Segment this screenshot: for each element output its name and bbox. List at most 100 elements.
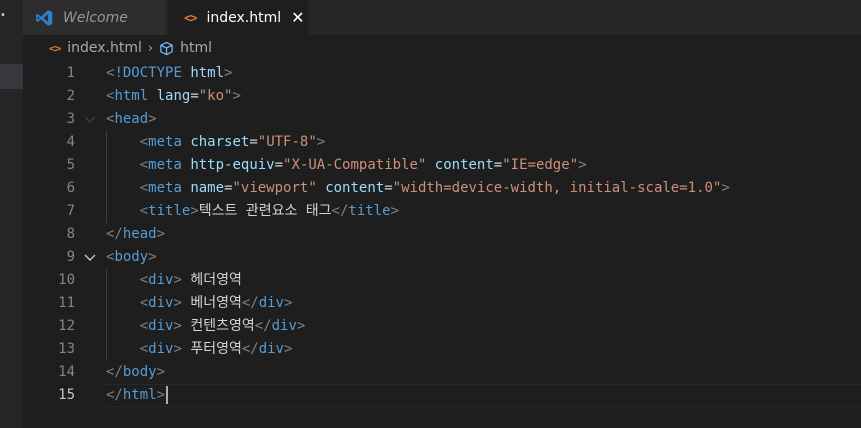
code-token: 헤더영역 bbox=[181, 272, 242, 288]
code-line[interactable]: 14 </body> bbox=[23, 361, 861, 384]
code-editor[interactable]: 1 <!DOCTYPE html> 2 <html lang="ko"> 3 <head>… bbox=[23, 61, 861, 428]
code-token: 텍스트 관련요소 태그 bbox=[198, 203, 332, 219]
code-line[interactable]: 12 <div> 컨텐츠영역</div> bbox=[23, 315, 861, 338]
code-line[interactable]: 4 <meta charset="UTF-8"> bbox=[23, 131, 861, 154]
code-token: </ bbox=[106, 387, 123, 403]
code-line[interactable]: 9 <body> bbox=[23, 246, 861, 269]
code-token: "UTF-8" bbox=[257, 134, 317, 150]
code-text: <div> 헤더영역 bbox=[106, 269, 242, 292]
code-token: > bbox=[390, 203, 399, 219]
code-text: <html lang="ko"> bbox=[106, 85, 241, 108]
code-text: <title>텍스트 관련요소 태그</title> bbox=[106, 200, 399, 223]
line-number: 9 bbox=[66, 249, 75, 265]
line-number: 13 bbox=[58, 341, 75, 357]
code-token: < bbox=[139, 272, 149, 288]
code-token: "IE=edge" bbox=[502, 157, 579, 173]
code-token: > bbox=[173, 341, 182, 357]
breadcrumb-symbol[interactable]: html bbox=[180, 40, 212, 56]
code-token: > bbox=[173, 295, 182, 311]
code-token: lang bbox=[156, 88, 191, 104]
code-line[interactable]: 6 <meta name="viewport" content="width=d… bbox=[23, 177, 861, 200]
code-token: meta bbox=[148, 134, 182, 150]
code-line[interactable]: 11 <div> 베너영역</div> bbox=[23, 292, 861, 315]
code-token: html bbox=[190, 65, 225, 81]
code-line[interactable]: 1 <!DOCTYPE html> bbox=[23, 62, 861, 85]
code-token: > bbox=[148, 111, 157, 127]
code-token: < bbox=[139, 134, 149, 150]
code-token: < bbox=[139, 295, 149, 311]
code-text: <meta http-equiv="X-UA-Compatible" conte… bbox=[106, 154, 587, 177]
code-token: "X-UA-Compatible" bbox=[283, 157, 427, 173]
code-line[interactable]: 13 <div> 푸터영역</div> bbox=[23, 338, 861, 361]
code-token: > bbox=[173, 272, 182, 288]
vscode-logo-icon bbox=[36, 9, 53, 26]
code-token: > bbox=[284, 295, 293, 311]
code-token: div bbox=[258, 295, 284, 311]
line-number: 1 bbox=[66, 65, 75, 81]
code-token: </ bbox=[254, 318, 272, 334]
close-icon[interactable]: ✕ bbox=[291, 9, 304, 26]
code-token: body bbox=[122, 364, 157, 380]
code-token: div bbox=[271, 318, 297, 334]
code-token: = bbox=[249, 134, 258, 150]
code-text: <meta name="viewport" content="width=dev… bbox=[106, 177, 730, 200]
code-text: <meta charset="UTF-8"> bbox=[106, 131, 326, 154]
code-token: div bbox=[148, 341, 174, 357]
line-number: 3 bbox=[66, 111, 75, 127]
code-line[interactable]: 15 </html> bbox=[23, 384, 861, 407]
code-token: title bbox=[148, 203, 191, 219]
breadcrumb-file[interactable]: index.html bbox=[67, 40, 142, 56]
code-token: div bbox=[148, 272, 174, 288]
html-file-icon: <> bbox=[184, 10, 197, 25]
code-text: <div> 푸터영역</div> bbox=[106, 338, 293, 361]
code-token: 베너영역 bbox=[181, 295, 242, 311]
chevron-down-icon[interactable] bbox=[83, 246, 97, 269]
tab-index-html-label: index.html bbox=[206, 9, 282, 26]
code-token: !DOCTYPE bbox=[114, 65, 182, 81]
code-token: > bbox=[232, 88, 241, 104]
code-line[interactable]: 5 <meta http-equiv="X-UA-Compatible" con… bbox=[23, 154, 861, 177]
code-token: "viewport" bbox=[232, 180, 317, 196]
tab-bar: Welcome <> index.html ✕ bbox=[23, 0, 861, 35]
activity-selected-item[interactable] bbox=[0, 64, 23, 89]
code-token: < bbox=[139, 318, 149, 334]
code-token: "ko" bbox=[198, 88, 233, 104]
code-text: <body> bbox=[106, 246, 157, 269]
code-token: < bbox=[139, 180, 149, 196]
line-number: 5 bbox=[66, 157, 75, 173]
line-number: 14 bbox=[58, 364, 75, 380]
code-line[interactable]: 2 <html lang="ko"> bbox=[23, 85, 861, 108]
code-token: 컨텐츠영역 bbox=[181, 318, 255, 334]
code-token: > bbox=[721, 180, 730, 196]
code-token: > bbox=[148, 249, 157, 265]
more-icon[interactable]: • bbox=[0, 11, 6, 21]
code-token: head bbox=[114, 111, 149, 127]
code-line[interactable]: 7 <title>텍스트 관련요소 태그</title> bbox=[23, 200, 861, 223]
tab-index-html[interactable]: <> index.html ✕ bbox=[168, 0, 308, 35]
code-text: </body> bbox=[106, 361, 165, 384]
code-line[interactable]: 8 </head> bbox=[23, 223, 861, 246]
code-token: html bbox=[114, 88, 149, 104]
code-token: div bbox=[148, 295, 174, 311]
tab-welcome-label: Welcome bbox=[63, 9, 128, 26]
code-text: </html> bbox=[106, 384, 169, 407]
code-token: "width=device-width, initial-scale=1.0" bbox=[392, 180, 722, 196]
code-line[interactable]: 3 <head> bbox=[23, 108, 861, 131]
chevron-down-icon[interactable] bbox=[83, 108, 97, 131]
code-token: > bbox=[296, 318, 306, 334]
code-token: > bbox=[190, 203, 199, 219]
line-number: 8 bbox=[66, 226, 75, 242]
code-text: </head> bbox=[106, 223, 165, 246]
code-text: <div> 컨텐츠영역</div> bbox=[106, 315, 306, 338]
code-token: > bbox=[156, 364, 166, 380]
code-line[interactable]: 10 <div> 헤더영역 bbox=[23, 269, 861, 292]
code-token: > bbox=[578, 157, 587, 173]
line-number: 10 bbox=[58, 272, 75, 288]
line-number: 6 bbox=[66, 180, 75, 196]
tab-welcome[interactable]: Welcome bbox=[23, 0, 167, 35]
code-text: <head> bbox=[106, 108, 157, 131]
text-cursor bbox=[166, 386, 169, 404]
